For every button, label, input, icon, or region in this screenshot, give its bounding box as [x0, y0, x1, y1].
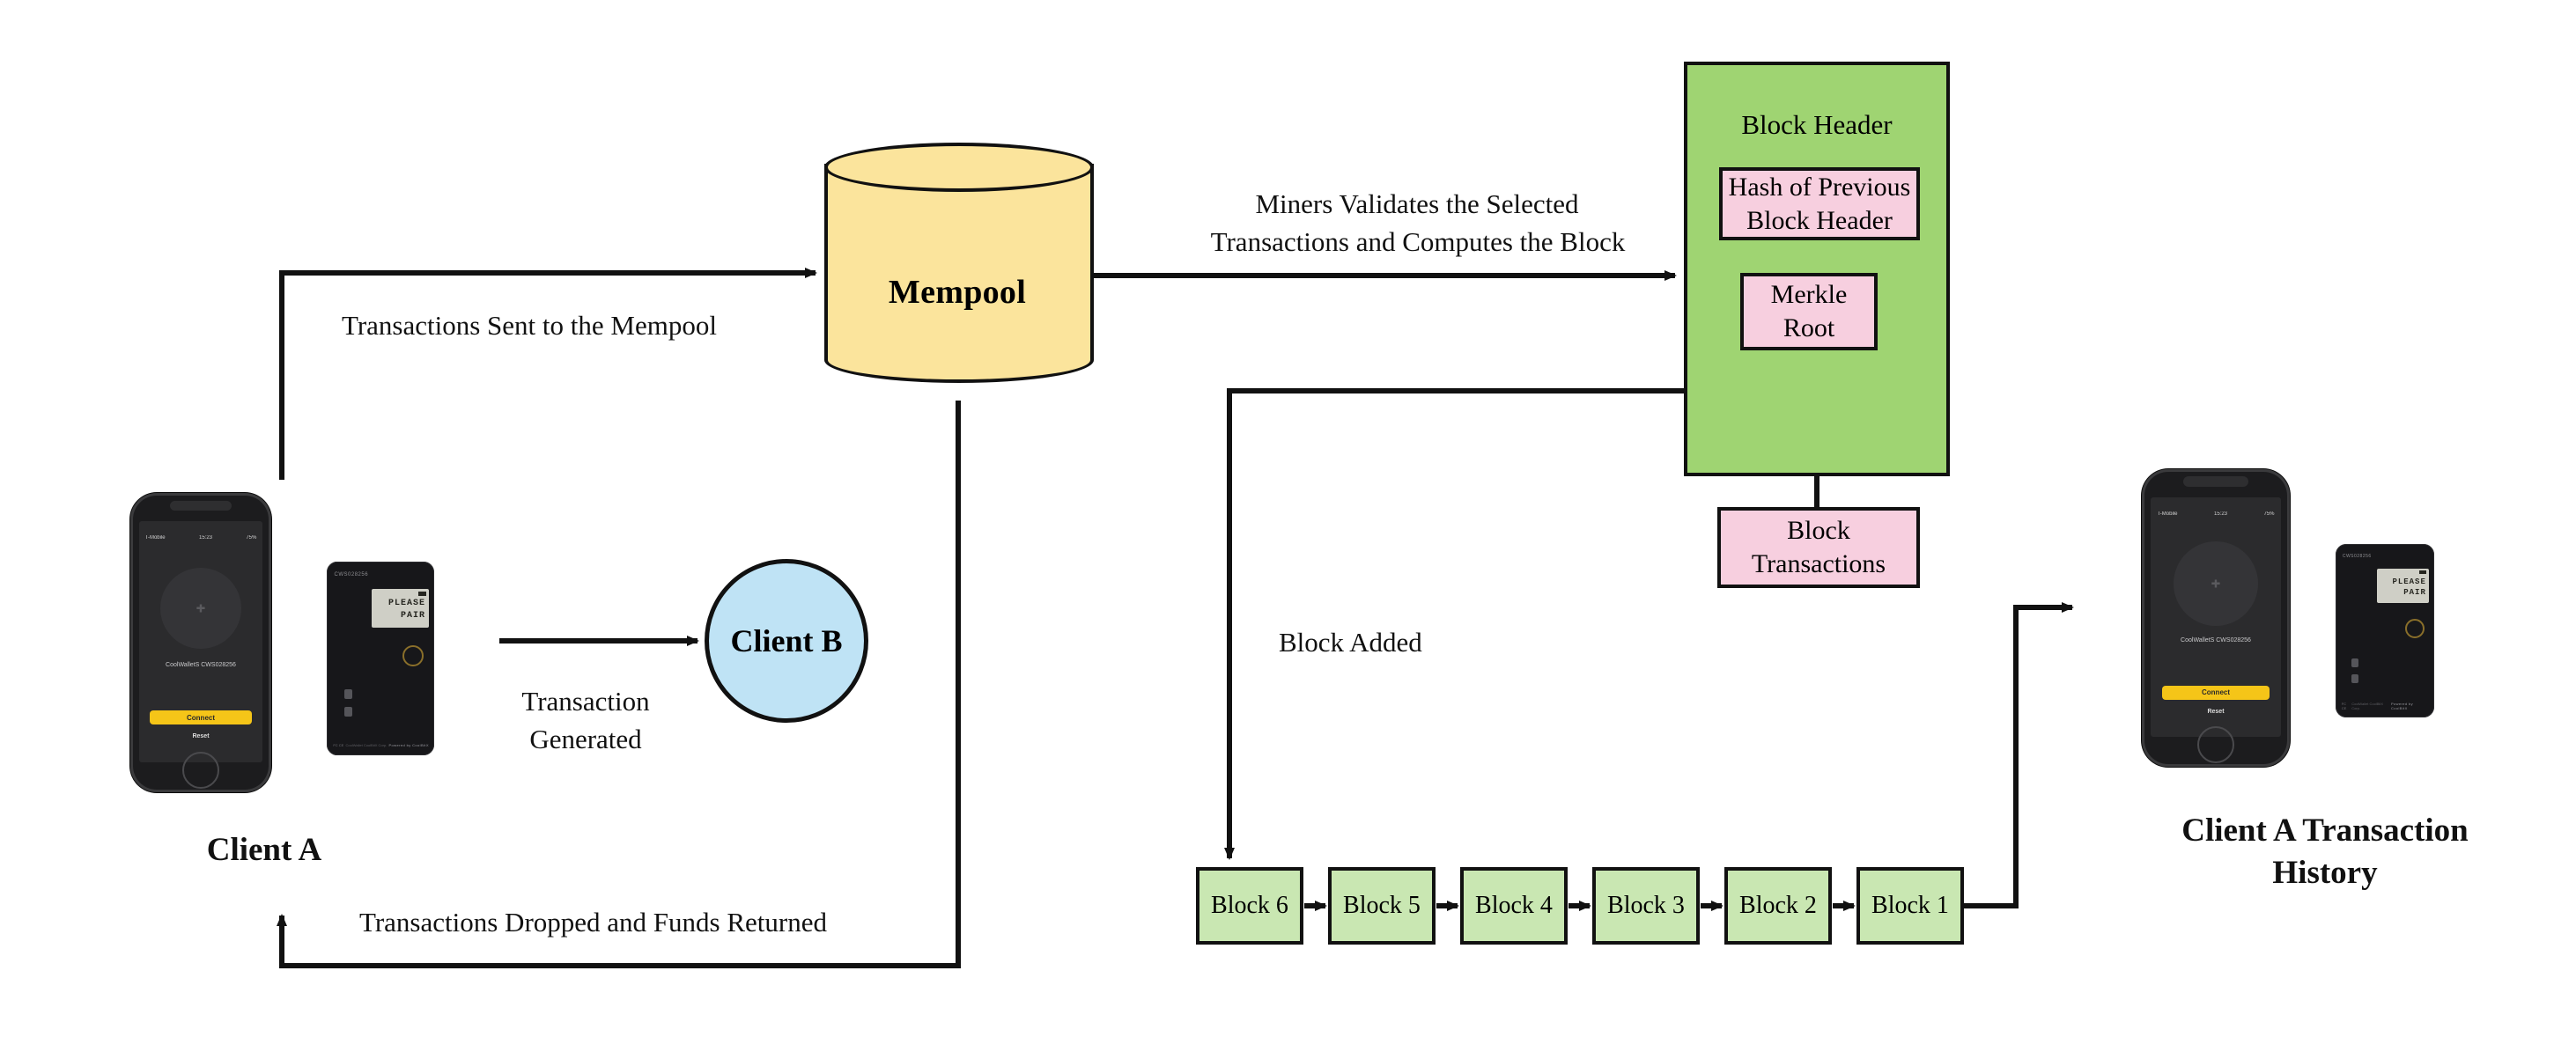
- client-b-label: Client B: [730, 623, 843, 658]
- mempool-node[interactable]: Mempool: [824, 143, 1094, 401]
- hash-of-previous-block-header-box[interactable]: Hash of Previous Block Header: [1719, 167, 1920, 240]
- merkle-box-line1: Merkle: [1770, 280, 1848, 310]
- mempool-label: Mempool: [888, 274, 1027, 311]
- card-footer-left: FC CE: [2341, 702, 2347, 711]
- card-lcd-screen: PLEASE PAIR: [372, 588, 429, 628]
- block-transactions-line1: Block: [1787, 516, 1850, 546]
- merkle-root-box[interactable]: Merkle Root: [1740, 273, 1878, 350]
- chain-block-5[interactable]: Block 5: [1328, 867, 1436, 945]
- chain-block-1[interactable]: Block 1: [1856, 867, 1964, 945]
- block-header-title: Block Header: [1741, 109, 1893, 140]
- phone-screen[interactable]: T-Mobile 15:23 75% 🞦 CoolWalletS CWS0282…: [138, 521, 263, 762]
- block-transactions-box[interactable]: Block Transactions: [1717, 507, 1920, 588]
- card-chip-icon-bottom: [2351, 673, 2358, 683]
- lcd-line1: PLEASE: [388, 599, 426, 609]
- merkle-box-line2: Root: [1783, 313, 1835, 342]
- bluetooth-icon: 🞦: [2211, 576, 2221, 591]
- chain-block-label: Block 2: [1739, 892, 1817, 919]
- client-a-card-wallet[interactable]: CWS028256 PLEASE PAIR FC CE CoolWallet C…: [327, 562, 434, 755]
- edge-client-a-to-mempool: [279, 268, 817, 480]
- battery-icon: [2419, 570, 2427, 575]
- card-footer-left: FC CE: [333, 743, 344, 748]
- edge-label-transactions-dropped: Transactions Dropped and Funds Returned: [359, 907, 827, 938]
- status-time: 15:23: [198, 535, 212, 541]
- chain-block-label: Block 4: [1475, 892, 1553, 919]
- connect-button[interactable]: Connect: [2162, 685, 2270, 700]
- lcd-line1: PLEASE: [2392, 577, 2426, 586]
- edge-label-to-mempool: Transactions Sent to the Mempool: [342, 310, 717, 341]
- phone-notch: [2183, 476, 2248, 488]
- client-a-history-phone[interactable]: T-Mobile 15:23 75% 🞦 CoolWalletS CWS0282…: [2142, 469, 2290, 767]
- card-footer-mid: CoolWallet CoolBitX Corp.: [345, 743, 388, 748]
- phone-screen[interactable]: T-Mobile 15:23 75% 🞦 CoolWalletS CWS0282…: [2151, 497, 2281, 738]
- card-footer: FC CE CoolWallet CoolBitX Corp. Powered …: [333, 743, 429, 747]
- block-header-node[interactable]: Block Header Hash of Previous Block Head…: [1684, 62, 1950, 476]
- connect-button[interactable]: Connect: [150, 710, 252, 725]
- card-serial-label: CWS028256: [2342, 553, 2372, 559]
- card-serial-label: CWS028256: [334, 572, 369, 578]
- chain-block-label: Block 1: [1871, 892, 1949, 919]
- card-power-button[interactable]: [2404, 618, 2425, 638]
- edge-label-transaction-generated-line2: Generated: [529, 724, 642, 754]
- chain-block-3[interactable]: Block 3: [1592, 867, 1700, 945]
- block-transactions-line2: Transactions: [1751, 549, 1886, 578]
- hash-box-label: Hash of Previous Block Header: [1729, 171, 1911, 238]
- card-chip-icon-top: [343, 689, 352, 700]
- card-footer-brand: Powered by CoolBitX: [388, 743, 429, 748]
- lcd-line2: PAIR: [401, 611, 426, 621]
- lcd-line2: PAIR: [2403, 588, 2426, 598]
- edge-label-block-added: Block Added: [1279, 627, 1422, 658]
- chain-block-6[interactable]: Block 6: [1196, 867, 1303, 945]
- caption-client-a-history-line2: History: [2272, 855, 2378, 891]
- chain-block-label: Block 6: [1211, 892, 1288, 919]
- bluetooth-icon: 🞦: [196, 600, 206, 615]
- hash-box-line2: Block Header: [1746, 205, 1893, 235]
- caption-client-a: Client A: [206, 832, 322, 868]
- phone-home-button[interactable]: [2197, 726, 2234, 763]
- reset-button[interactable]: Reset: [2151, 709, 2281, 715]
- card-power-button[interactable]: [402, 644, 424, 666]
- diagram-canvas: Mempool Block Header Hash of Previous Bl…: [0, 0, 2576, 1037]
- card-footer-brand: Powered by CoolBitX: [2390, 702, 2414, 711]
- merkle-box-label: Merkle Root: [1771, 278, 1848, 345]
- status-carrier: T-Mobile: [2157, 511, 2178, 518]
- phone-home-button[interactable]: [182, 752, 219, 789]
- status-time: 15:23: [2213, 511, 2227, 518]
- card-footer-mid: CoolWallet CoolBitX Corp.: [2351, 702, 2384, 711]
- reset-button[interactable]: Reset: [139, 733, 263, 739]
- card-chip-icon-top: [2351, 658, 2358, 668]
- edge-block1-to-history: [1952, 602, 2074, 908]
- edge-label-transaction-generated-line1: Transaction: [521, 686, 650, 717]
- edge-label-miners-line1: Miners Validates the Selected: [1255, 188, 1579, 219]
- edge-label-miners-line2: Transactions and Computes the Block: [1210, 226, 1626, 257]
- phone-status-bar: T-Mobile 15:23 75%: [2157, 504, 2274, 524]
- phone-status-bar: T-Mobile 15:23 75%: [145, 529, 257, 548]
- card-lcd-screen: PLEASE PAIR: [2377, 568, 2430, 603]
- phone-device-name: CoolWalletS CWS028256: [2181, 637, 2251, 644]
- chain-block-label: Block 3: [1607, 892, 1685, 919]
- card-footer: FC CE CoolWallet CoolBitX Corp. Powered …: [2342, 702, 2430, 710]
- card-chip-icon-bottom: [343, 707, 352, 717]
- block-transactions-label: Block Transactions: [1752, 514, 1886, 581]
- chain-block-4[interactable]: Block 4: [1460, 867, 1568, 945]
- caption-client-a-history-line1: Client A Transaction: [2181, 813, 2469, 849]
- mempool-cylinder-top: [824, 143, 1094, 192]
- status-carrier: T-Mobile: [144, 535, 166, 541]
- hash-box-line1: Hash of Previous: [1728, 172, 1911, 202]
- status-battery: 75%: [2263, 511, 2275, 518]
- battery-icon: [417, 591, 426, 596]
- client-a-phone[interactable]: T-Mobile 15:23 75% 🞦 CoolWalletS CWS0282…: [130, 493, 271, 792]
- client-b-node[interactable]: Client B: [705, 559, 868, 723]
- client-a-history-card-wallet[interactable]: CWS028256 PLEASE PAIR FC CE CoolWallet C…: [2336, 544, 2434, 717]
- phone-device-name: CoolWalletS CWS028256: [166, 662, 236, 669]
- chain-block-2[interactable]: Block 2: [1724, 867, 1832, 945]
- chain-block-label: Block 5: [1343, 892, 1421, 919]
- phone-notch: [169, 500, 233, 511]
- status-battery: 75%: [246, 535, 257, 541]
